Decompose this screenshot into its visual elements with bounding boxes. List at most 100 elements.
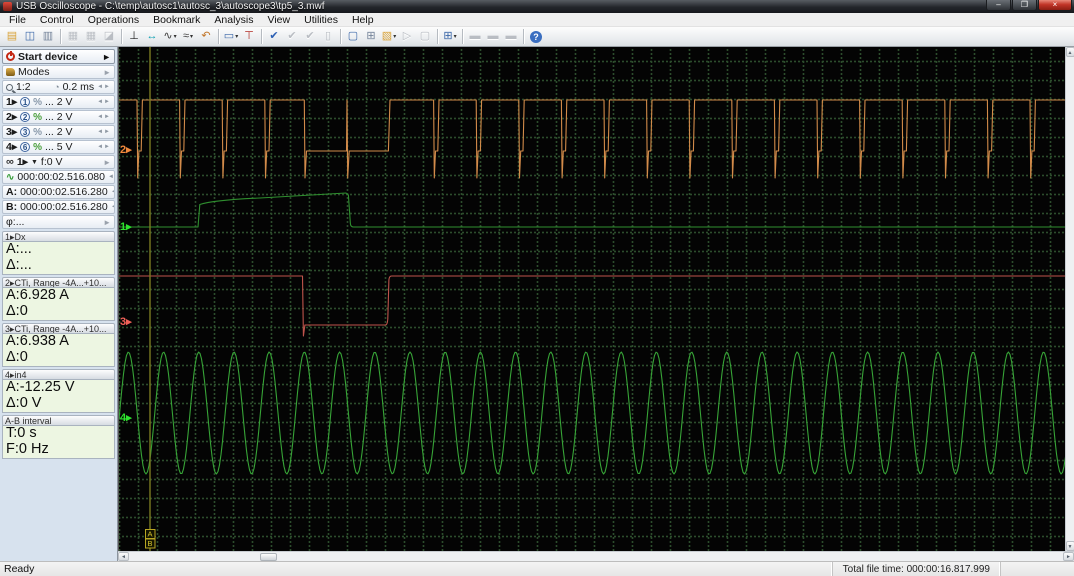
marker-a-row[interactable]: A: 000:00:02.516.280 ◄► xyxy=(2,185,115,199)
current-time-row[interactable]: ∿ 000:00:02.516.080 ◄► xyxy=(2,170,115,184)
marker-b-row[interactable]: B: 000:00:02.516.280 ◄► xyxy=(2,200,115,214)
row-nav-arrows[interactable]: ◄► xyxy=(97,99,111,105)
chevron-right-icon: ► xyxy=(102,51,111,62)
select-region-icon[interactable]: ▢ xyxy=(344,28,362,45)
channel-3-range: ... 2 V xyxy=(45,126,73,138)
channel-1-marker[interactable]: 1▸ xyxy=(120,221,132,233)
restore-button[interactable]: ❐ xyxy=(1012,0,1037,11)
horizontal-scale-icon[interactable]: ≈ ▾ xyxy=(179,28,197,45)
marker-tool-icon[interactable]: ⊤ xyxy=(240,28,258,45)
menu-item-utilities[interactable]: Utilities xyxy=(297,13,345,27)
modes-label: Modes xyxy=(18,66,50,78)
measure-panel-ch3: 3▸CTi, Range -4A...+10... A:6.938 A Δ:0 xyxy=(2,323,115,367)
input-number-badge: 6 xyxy=(20,142,31,152)
channel-4-label: 4▸ xyxy=(6,141,18,153)
row-nav-arrows[interactable]: ◄► xyxy=(97,129,111,135)
close-button[interactable]: × xyxy=(1038,0,1072,11)
phase-row[interactable]: φ:... ► xyxy=(2,215,115,229)
row-nav-arrows[interactable]: ◄► xyxy=(108,174,114,180)
paste-icon: ▦ xyxy=(85,30,97,42)
scrollbar-thumb[interactable] xyxy=(260,552,277,561)
menu-item-view[interactable]: View xyxy=(261,13,298,27)
channel-1-row[interactable]: 1▸ 1 % ... 2 V ◄► xyxy=(2,95,115,109)
scroll-left-icon[interactable]: ◄ xyxy=(118,552,129,561)
panel-header[interactable]: 4▸in4 xyxy=(2,369,115,380)
channel-coupling-icon: % xyxy=(33,111,43,123)
scroll-down-icon[interactable]: ▼ xyxy=(1065,541,1074,551)
channel-2-row[interactable]: 2▸ 2 % ... 2 V ◄► xyxy=(2,110,115,124)
channel-coupling-icon: % xyxy=(33,96,43,108)
aux-2-icon: ▬ xyxy=(487,30,499,42)
time-scale-icon: ◔ xyxy=(54,82,60,92)
report-table-icon[interactable]: ⊞ ▾ xyxy=(441,28,459,45)
save-fragment-icon[interactable]: ▧ ▾ xyxy=(380,28,398,45)
row-nav-arrows[interactable]: ◄► xyxy=(111,189,114,195)
menu-item-analysis[interactable]: Analysis xyxy=(207,13,260,27)
trigger-search-icon: ∞ xyxy=(6,156,14,168)
menu-item-operations[interactable]: Operations xyxy=(81,13,146,27)
toolbar-separator xyxy=(462,29,463,44)
pan-mode-icon[interactable]: ↔ xyxy=(143,28,161,45)
scroll-right-icon[interactable]: ► xyxy=(1063,552,1074,561)
waveform-ch2 xyxy=(119,99,1065,179)
modes-button[interactable]: Modes ► xyxy=(2,65,115,79)
status-total-file-time: Total file time: 000:00:16.817.999 xyxy=(831,562,1000,576)
row-nav-arrows[interactable]: ◄► xyxy=(97,144,111,150)
toolbar-separator xyxy=(121,29,122,44)
phase-label: φ:... xyxy=(6,216,25,228)
value-a: A:... xyxy=(6,242,32,257)
value-a: A:6.928 A xyxy=(6,288,69,303)
measurement-cursor-icon[interactable]: ⊥ xyxy=(125,28,143,45)
channel-4-marker[interactable]: 4▸ xyxy=(120,412,132,424)
value-delta: Δ:0 xyxy=(6,349,28,365)
panel-header[interactable]: 3▸CTi, Range -4A...+10... xyxy=(2,323,115,334)
minimize-button[interactable]: – xyxy=(986,0,1011,11)
input-number-badge: 1 xyxy=(20,97,31,107)
value-delta: Δ:0 V xyxy=(6,395,42,411)
channel-2-marker[interactable]: 2▸ xyxy=(120,144,132,156)
select-grid-icon[interactable]: ⊞ xyxy=(362,28,380,45)
marker-b-label: B: xyxy=(6,201,18,213)
menu-item-help[interactable]: Help xyxy=(345,13,381,27)
vertical-scrollbar[interactable]: ▲ ▼ xyxy=(1065,47,1074,551)
row-nav-arrows[interactable]: ◄► xyxy=(97,84,111,90)
open-file-icon[interactable]: ▤ xyxy=(3,28,21,45)
panel-header[interactable]: 2▸CTi, Range -4A...+10... xyxy=(2,277,115,288)
toolbar-separator xyxy=(340,29,341,44)
row-nav-arrows[interactable]: ◄► xyxy=(111,204,114,210)
status-ready: Ready xyxy=(4,563,35,575)
menu-item-bookmark[interactable]: Bookmark xyxy=(146,13,207,27)
toolbar-separator xyxy=(261,29,262,44)
scale-row[interactable]: 1:2 ◔ 0.2 ms ◄► xyxy=(2,80,115,94)
channel-3-marker[interactable]: 3▸ xyxy=(120,316,132,328)
measure-panel-ch2: 2▸CTi, Range -4A...+10... A:6.928 A Δ:0 xyxy=(2,277,115,321)
panel-header[interactable]: 1▸Dx xyxy=(2,231,115,242)
display-settings-icon[interactable]: ▭ ▾ xyxy=(222,28,240,45)
row-nav-arrows[interactable]: ◄► xyxy=(97,114,111,120)
save-file-icon[interactable]: ◫ xyxy=(21,28,39,45)
marker-a-value: 000:00:02.516.280 xyxy=(20,186,108,198)
start-device-button[interactable]: Start device ► xyxy=(2,49,115,64)
print-icon[interactable]: ▥ xyxy=(39,28,57,45)
panel-header[interactable]: A-B interval xyxy=(2,415,115,426)
trigger-slope-icon: ▼ xyxy=(30,158,38,166)
menu-item-file[interactable]: File xyxy=(2,13,33,27)
menu-item-control[interactable]: Control xyxy=(33,13,81,27)
toolbar-separator xyxy=(218,29,219,44)
trigger-level: f:0 V xyxy=(40,156,63,168)
undo-icon[interactable]: ↶ xyxy=(197,28,215,45)
vertical-scale-icon[interactable]: ∿ ▾ xyxy=(161,28,179,45)
magnifier-icon xyxy=(6,83,13,91)
help-about-icon[interactable]: ? xyxy=(527,28,545,45)
aux-1-icon: ▬ xyxy=(469,30,481,42)
cursor-flag-label: A xyxy=(147,530,152,539)
horizontal-scrollbar[interactable]: ◄ ► xyxy=(118,551,1074,561)
scroll-up-icon[interactable]: ▲ xyxy=(1065,47,1074,57)
oscilloscope-display[interactable]: AB 2▸ 1▸ 3▸ 4▸ xyxy=(118,47,1065,551)
chevron-right-icon: ► xyxy=(103,157,111,167)
channel-3-row[interactable]: 3▸ 3 % ... 2 V ◄► xyxy=(2,125,115,139)
trigger-row[interactable]: ∞ 1▸ ▼ f:0 V ► xyxy=(2,155,115,169)
accept-icon[interactable]: ✔ xyxy=(265,28,283,45)
channel-4-row[interactable]: 4▸ 6 % ... 5 V ◄► xyxy=(2,140,115,154)
value-f: F:0 Hz xyxy=(6,441,49,457)
